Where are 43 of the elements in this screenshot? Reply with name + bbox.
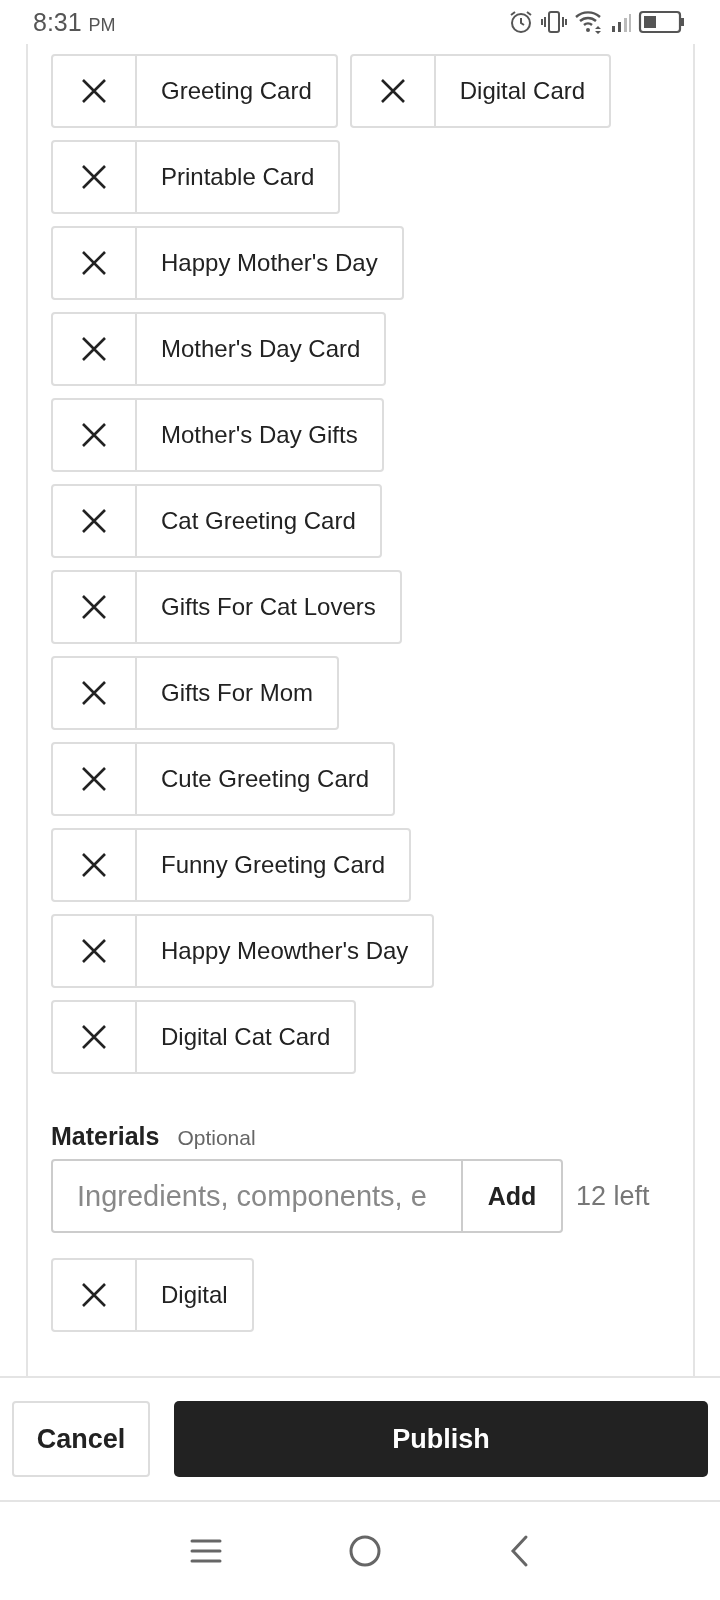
tag-label: Happy Meowther's Day xyxy=(160,936,410,966)
close-icon xyxy=(81,766,107,792)
close-icon xyxy=(81,594,107,620)
close-icon xyxy=(81,680,107,706)
materials-field[interactable]: Ingredients, components, e Add xyxy=(51,1159,563,1233)
home-icon[interactable] xyxy=(348,1534,382,1568)
close-icon xyxy=(81,1282,107,1308)
cancel-button[interactable]: Cancel xyxy=(12,1401,150,1477)
menu-icon[interactable] xyxy=(190,1538,222,1564)
tag-label: Mother's Day Gifts xyxy=(160,420,359,450)
back-icon[interactable] xyxy=(508,1534,530,1568)
close-icon xyxy=(81,938,107,964)
close-icon xyxy=(81,422,107,448)
tag-label: Digital Card xyxy=(458,76,587,106)
tag-label: Printable Card xyxy=(160,162,316,192)
close-icon xyxy=(81,852,107,878)
add-button[interactable]: Add xyxy=(461,1161,561,1231)
tag-label: Cute Greeting Card xyxy=(160,764,371,794)
tag-label: Gifts For Mom xyxy=(160,678,314,708)
section-title: Materials xyxy=(51,1122,160,1151)
close-icon xyxy=(81,336,107,362)
tag-label: Gifts For Cat Lovers xyxy=(160,592,377,622)
tag-label: Happy Mother's Day xyxy=(160,248,379,278)
tag-label: Funny Greeting Card xyxy=(160,850,387,880)
optional-label: Optional xyxy=(177,1126,256,1150)
battery-icon xyxy=(638,9,686,35)
tag-label: Digital Cat Card xyxy=(160,1022,332,1052)
tag-label: Mother's Day Card xyxy=(160,334,362,364)
close-icon xyxy=(81,1024,107,1050)
close-icon xyxy=(81,164,107,190)
publish-button[interactable]: Publish xyxy=(174,1401,708,1477)
vibrate-icon xyxy=(540,9,568,35)
close-icon xyxy=(81,508,107,534)
wifi-icon xyxy=(574,9,604,35)
close-icon xyxy=(379,78,406,104)
tag-label: Greeting Card xyxy=(160,76,313,106)
close-icon xyxy=(81,78,107,104)
close-icon xyxy=(81,250,107,276)
alarm-icon xyxy=(508,9,534,35)
remaining-count: 12 left xyxy=(576,1180,650,1212)
status-time: 8:31 PM xyxy=(33,7,116,37)
tag-label: Digital xyxy=(160,1280,229,1310)
tag-label: Cat Greeting Card xyxy=(160,506,357,536)
